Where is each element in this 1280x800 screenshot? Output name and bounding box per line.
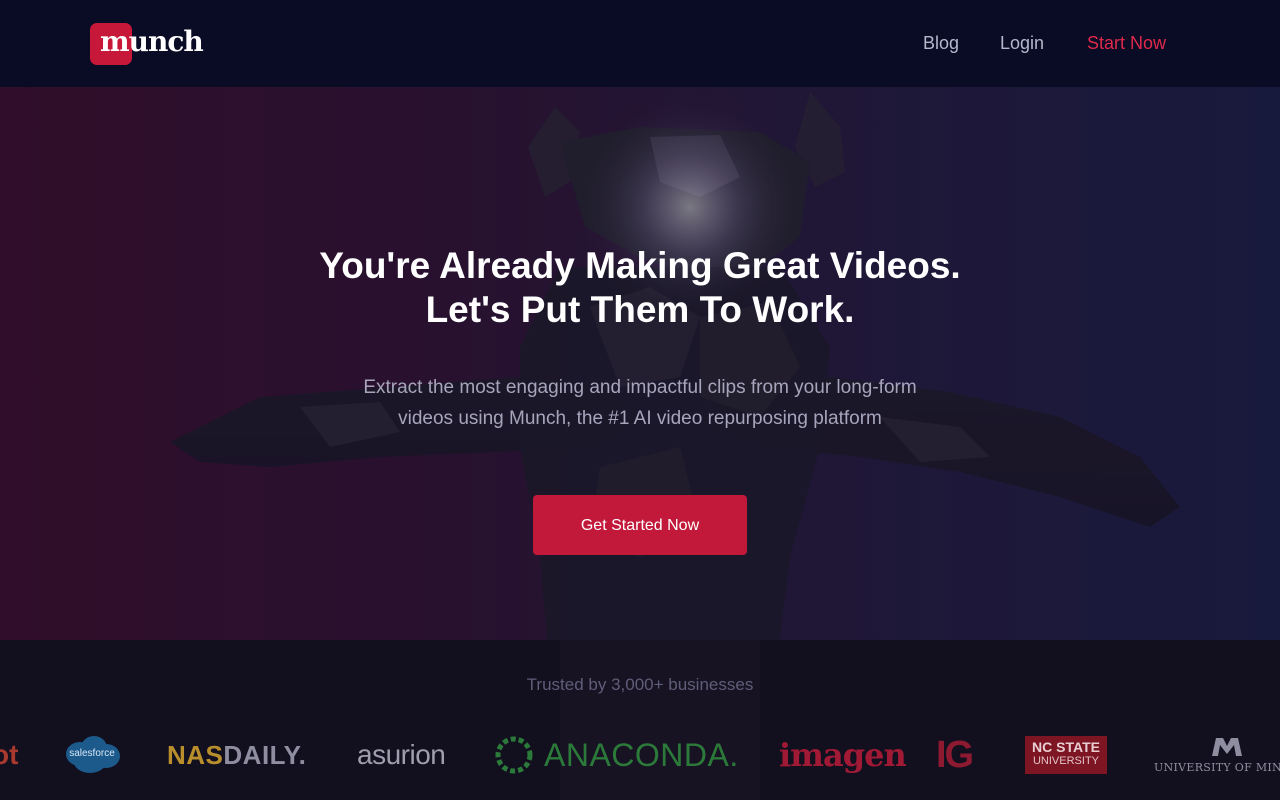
nasdaily-text-a: NAS xyxy=(167,740,224,770)
ncstate-text-a: NC STATE xyxy=(1032,739,1100,755)
subhead-line-1: Extract the most engaging and impactful … xyxy=(363,377,917,398)
nasdaily-text-b: DAILY. xyxy=(223,740,307,770)
nav-blog-link[interactable]: Blog xyxy=(923,30,959,56)
hero-section: You're Already Making Great Videos. Let'… xyxy=(0,87,1280,640)
hero-subheadline: Extract the most engaging and impactful … xyxy=(320,372,960,434)
trusted-by-section: Trusted by 3,000+ businesses ot salesfor… xyxy=(0,640,1280,800)
hubspot-logo: ot xyxy=(0,739,19,770)
nav-start-now-link[interactable]: Start Now xyxy=(1087,30,1166,56)
asurion-logo: asurion xyxy=(357,739,446,770)
ncstate-text-b: UNIVERSITY xyxy=(1032,755,1099,767)
headline-line-2: Let's Put Them To Work. xyxy=(425,289,855,330)
logo-text: munch xyxy=(100,25,204,58)
subhead-line-2: videos using Munch, the #1 AI video repu… xyxy=(398,408,882,429)
imagen-logo: imagen xyxy=(779,736,907,774)
salesforce-text: salesforce xyxy=(69,748,115,759)
umn-text: UNIVERSITY OF MINNESOTA xyxy=(1154,761,1280,774)
hero-headline: You're Already Making Great Videos. Let'… xyxy=(240,244,1040,332)
nasdaily-logo: NASDAILY. xyxy=(167,732,306,778)
salesforce-logo: salesforce xyxy=(62,734,122,776)
ncstate-logo: NC STATE UNIVERSITY xyxy=(1025,736,1107,774)
hero-background-figure xyxy=(0,87,1280,640)
ig-logo: IG xyxy=(936,734,974,776)
umn-m-icon xyxy=(1212,738,1242,756)
anaconda-logo: ANACONDA. xyxy=(494,732,738,778)
umn-logo: UNIVERSITY OF MINNESOTA xyxy=(1154,736,1280,780)
anaconda-text: ANACONDA. xyxy=(544,737,739,773)
munch-logo[interactable]: munch xyxy=(90,22,204,66)
nav-login-link[interactable]: Login xyxy=(1000,30,1044,56)
headline-line-1: You're Already Making Great Videos. xyxy=(319,245,961,286)
get-started-now-button[interactable]: Get Started Now xyxy=(533,495,747,555)
anaconda-ring-icon xyxy=(495,736,533,774)
trusted-title: Trusted by 3,000+ businesses xyxy=(526,675,754,694)
top-navbar: munch Blog Login Start Now xyxy=(0,0,1280,87)
